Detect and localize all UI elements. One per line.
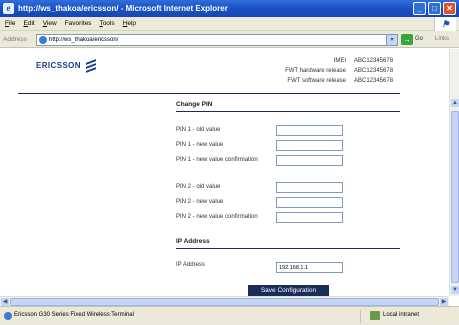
title-bar: e http://ws_thakoa/ericsson/ - Microsoft…: [0, 0, 459, 17]
status-text: Ericsson G30 Series Fixed Wireless Termi…: [14, 312, 134, 318]
pin1-confirm-label: PIN 1 - new value confirmation: [176, 157, 258, 163]
menu-tools[interactable]: Tools: [99, 20, 114, 27]
menu-favorites[interactable]: Favorites: [65, 20, 92, 27]
maximize-button[interactable]: □: [428, 2, 441, 15]
change-pin-divider: [176, 111, 400, 112]
ip-address-title: IP Address: [176, 238, 210, 245]
pin1-new-label: PIN 1 - new value: [176, 142, 224, 148]
go-button[interactable]: Go: [415, 36, 423, 42]
menu-edit[interactable]: Edit: [24, 20, 35, 27]
minimize-button[interactable]: _: [413, 2, 426, 15]
vertical-scrollbar[interactable]: ▲ ▼: [449, 49, 459, 296]
status-bar: Ericsson G30 Series Fixed Wireless Termi…: [0, 306, 459, 325]
pin2-confirm-label: PIN 2 - new value confirmation: [176, 214, 258, 220]
address-label: Address: [3, 35, 27, 43]
menu-bar: File Edit View Favorites Tools Help ⚑: [0, 17, 459, 31]
window-controls: _ □ ✕: [413, 2, 456, 15]
address-box[interactable]: ▾: [36, 34, 398, 46]
close-button[interactable]: ✕: [443, 2, 456, 15]
menu-view[interactable]: View: [43, 20, 57, 27]
intranet-zone-icon: [370, 311, 380, 320]
windows-logo-icon: ⚑: [434, 17, 456, 31]
page-content: ERICSSON IMEI ABC12345678 FWT hardware r…: [0, 49, 449, 296]
info-row-imei: IMEI ABC12345678: [333, 58, 394, 64]
page-icon: [39, 36, 47, 44]
ip-address-label: IP Address: [176, 262, 205, 268]
info-row-hardware: FWT hardware release ABC12345678: [285, 68, 394, 74]
ericsson-logo: ERICSSON: [36, 59, 96, 73]
ie-icon: e: [3, 3, 14, 14]
window-title: http://ws_thakoa/ericsson/ - Microsoft I…: [18, 4, 228, 13]
vertical-scroll-thumb[interactable]: [451, 111, 459, 283]
pin1-confirm-input[interactable]: [276, 155, 343, 166]
pin1-old-input[interactable]: [276, 125, 343, 136]
pin2-old-label: PIN 2 - old value: [176, 184, 221, 190]
pin1-old-label: PIN 1 - old value: [176, 127, 221, 133]
change-pin-title: Change PIN: [176, 101, 213, 108]
scroll-right-icon[interactable]: ▶: [440, 298, 448, 306]
save-configuration-button[interactable]: Save Configuration: [248, 285, 329, 296]
pin2-new-label: PIN 2 - new value: [176, 199, 224, 205]
brand-name: ERICSSON: [36, 60, 81, 70]
horizontal-scrollbar[interactable]: ◀ ▶: [0, 296, 449, 306]
page-done-icon: [4, 312, 12, 320]
device-info: IMEI ABC12345678 FWT hardware release AB…: [285, 56, 403, 86]
pin1-new-input[interactable]: [276, 140, 343, 151]
links-button[interactable]: Links: [435, 36, 449, 42]
header-divider: [18, 93, 400, 94]
scroll-down-icon[interactable]: ▼: [451, 286, 459, 294]
status-divider: [360, 310, 361, 323]
address-bar: Address ▾ → Go Links: [0, 31, 459, 48]
go-arrow-icon[interactable]: →: [401, 34, 413, 45]
menu-file[interactable]: File: [5, 20, 16, 27]
menu-help[interactable]: Help: [123, 20, 136, 27]
chevron-down-icon[interactable]: ▾: [386, 35, 397, 45]
scroll-up-icon[interactable]: ▲: [451, 99, 459, 107]
scroll-left-icon[interactable]: ◀: [1, 298, 9, 306]
pin2-new-input[interactable]: [276, 197, 343, 208]
ip-address-input[interactable]: [276, 262, 343, 273]
pin2-old-input[interactable]: [276, 182, 343, 193]
address-input[interactable]: [49, 37, 379, 43]
ip-address-divider: [176, 248, 400, 249]
info-row-software: FWT software release ABC12345678: [287, 78, 394, 84]
security-zone: Local intranet: [383, 312, 420, 318]
ericsson-logo-icon: [86, 59, 96, 73]
pin2-confirm-input[interactable]: [276, 212, 343, 223]
horizontal-scroll-thumb[interactable]: [10, 298, 439, 306]
